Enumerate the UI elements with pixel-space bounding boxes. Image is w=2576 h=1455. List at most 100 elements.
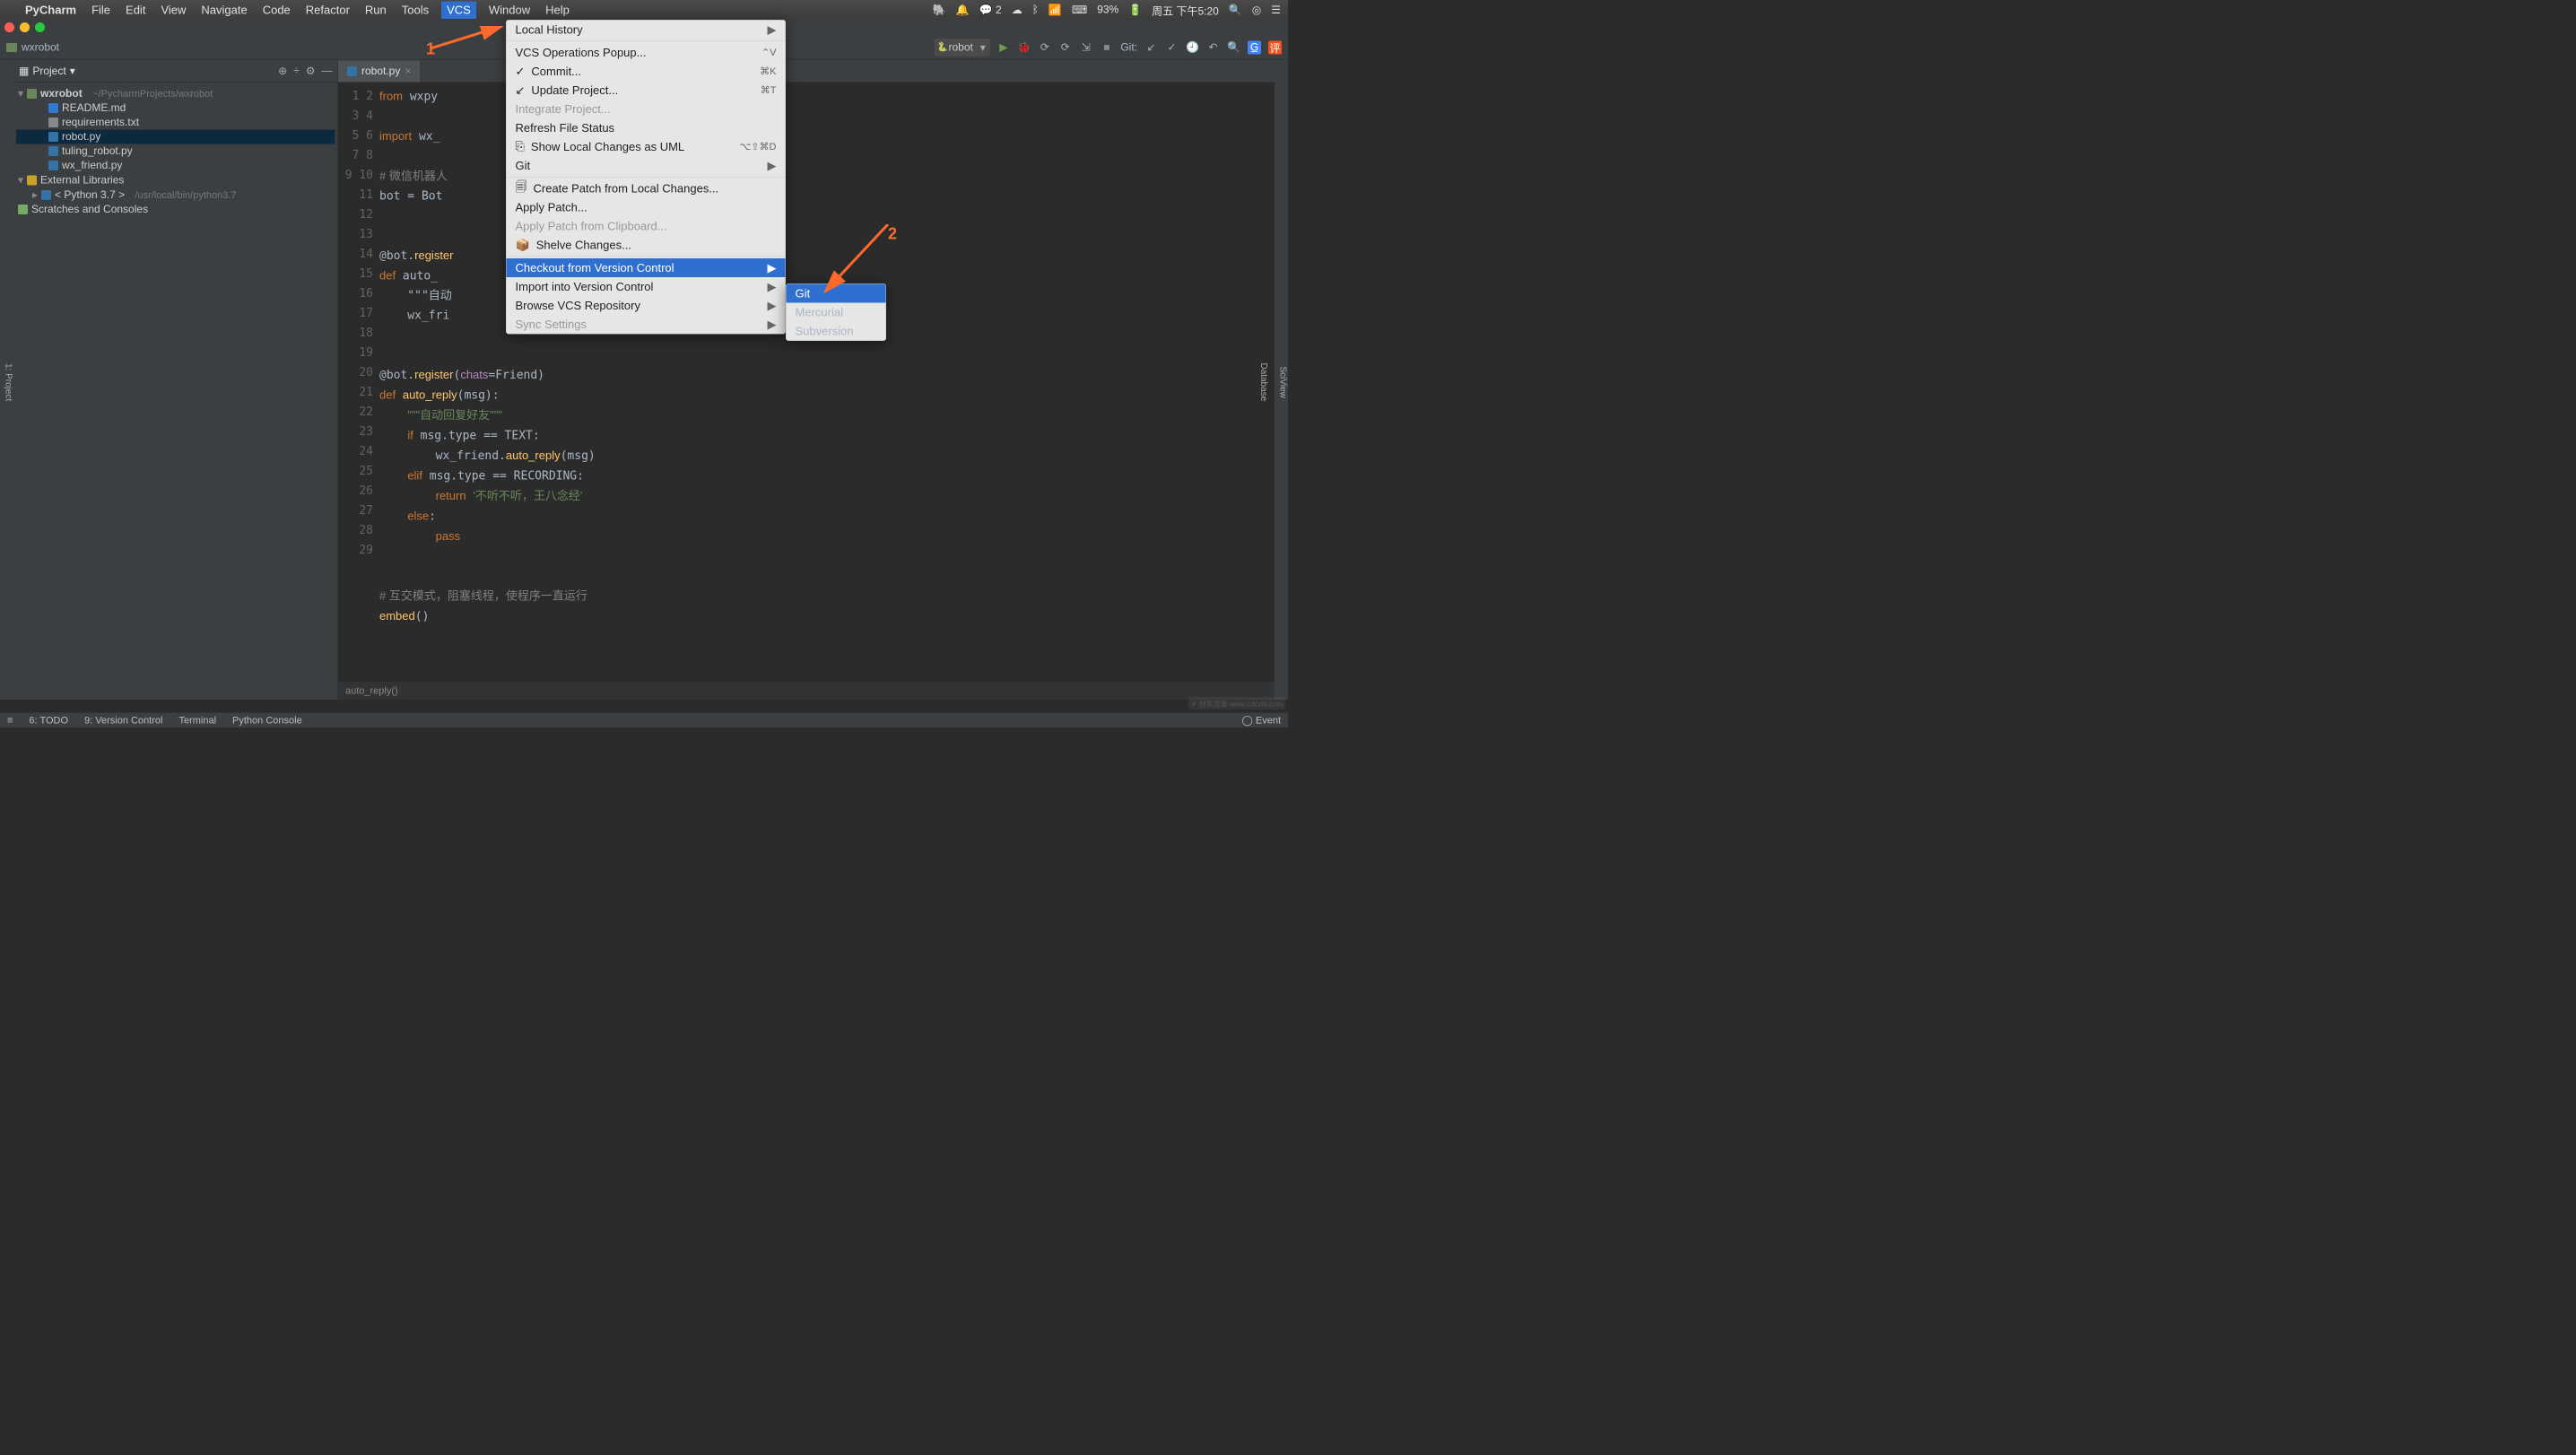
menu-window[interactable]: Window <box>486 1 533 19</box>
tree-scratch[interactable]: Scratches and Consoles <box>31 204 148 216</box>
run-button[interactable]: ▶ <box>996 40 1010 54</box>
vcs-dropdown: Local History▶ VCS Operations Popup...⌃V✓… <box>506 20 786 335</box>
right-tab-sciview[interactable]: SciView <box>1278 366 1289 397</box>
vcs-item[interactable]: Local History▶ <box>507 21 786 39</box>
sidebar-dropdown-icon[interactable]: ▾ <box>70 65 75 78</box>
translate-icon[interactable]: G̲ <box>1248 40 1261 54</box>
menu-refactor[interactable]: Refactor <box>303 1 352 19</box>
vcs-item[interactable]: Apply Patch... <box>507 198 786 217</box>
apple-logo[interactable] <box>7 8 13 12</box>
tool-todo[interactable]: 6: TODO <box>29 714 68 726</box>
vcs-item[interactable]: ↙Update Project...⌘T <box>507 81 786 100</box>
battery-icon[interactable]: 🔋 <box>1128 4 1142 17</box>
annotation-2: 2 <box>888 224 897 243</box>
file-readme[interactable]: README.md <box>62 102 126 115</box>
gear-icon[interactable]: ⚙ <box>306 65 316 78</box>
py-icon <box>48 146 58 156</box>
vcs-item[interactable]: ✓Commit...⌘K <box>507 62 786 81</box>
menu-vcs[interactable]: VCS <box>441 1 476 19</box>
tree-toggle[interactable]: ▸ <box>32 188 38 202</box>
sidebar-title[interactable]: Project <box>32 65 65 77</box>
vcs-item[interactable]: ⎘Show Local Changes as UML⌥⇧⌘D <box>507 137 786 156</box>
git-history-icon[interactable]: 🕘 <box>1186 40 1199 54</box>
wechat-icon[interactable]: 💬 2 <box>979 4 1002 17</box>
menu-icon: ↙ <box>516 83 526 98</box>
left-tab-project[interactable]: 1: Project <box>4 363 14 401</box>
vcs-item[interactable]: Import into Version Control▶ <box>507 277 786 296</box>
menu-navigate[interactable]: Navigate <box>198 1 249 19</box>
avatar-icon[interactable]: 评 <box>1268 40 1282 54</box>
tab-label: robot.py <box>361 65 400 78</box>
event-log[interactable]: ◯ Event <box>1242 714 1282 726</box>
menu-code[interactable]: Code <box>260 1 293 19</box>
profile-button[interactable]: ⟳ <box>1058 40 1072 54</box>
stop-button[interactable]: ■ <box>1100 40 1113 54</box>
run-config-select[interactable]: robot <box>935 39 989 56</box>
vcs-item[interactable]: Refresh File Status <box>507 118 786 137</box>
breadcrumb-root[interactable]: wxrobot <box>22 41 59 54</box>
vcs-item[interactable]: Checkout from Version Control▶ <box>507 258 786 277</box>
vcs-item[interactable]: 📦Shelve Changes... <box>507 236 786 255</box>
minimize-window-button[interactable] <box>20 22 30 32</box>
tree-libs[interactable]: External Libraries <box>40 174 124 187</box>
vcs-item[interactable]: Browse VCS Repository▶ <box>507 296 786 315</box>
file-req[interactable]: requirements.txt <box>62 117 139 129</box>
tree-root[interactable]: wxrobot <box>40 87 83 100</box>
checkout-submenu: GitMercurialSubversion <box>786 283 886 341</box>
spotlight-icon[interactable]: 🔍 <box>1229 4 1242 17</box>
menu-run[interactable]: Run <box>362 1 389 19</box>
hide-icon[interactable]: — <box>322 65 333 78</box>
python-path: /usr/local/bin/python3.7 <box>135 189 236 201</box>
clock[interactable]: 周五 下午5:20 <box>1152 2 1219 18</box>
vcs-item[interactable]: Git▶ <box>507 156 786 175</box>
tool-vcs[interactable]: 9: Version Control <box>84 714 162 726</box>
cloud-icon[interactable]: ☁︎ <box>1012 4 1023 17</box>
line-gutter: 1 2 3 4 5 6 7 8 9 10 11 12 13 14 15 16 1… <box>338 83 379 682</box>
menu-edit[interactable]: Edit <box>123 1 148 19</box>
git-commit-icon[interactable]: ✓ <box>1165 40 1179 54</box>
attach-button[interactable]: ⇲ <box>1079 40 1092 54</box>
search-icon[interactable]: 🔍 <box>1227 40 1240 54</box>
vcs-item[interactable]: 🗐Create Patch from Local Changes... <box>507 179 786 198</box>
close-window-button[interactable] <box>4 22 14 32</box>
git-update-icon[interactable]: ↙ <box>1144 40 1158 54</box>
submenu-item[interactable]: Mercurial <box>787 303 886 322</box>
tree-toggle[interactable]: ▾ <box>18 174 23 187</box>
file-tuling[interactable]: tuling_robot.py <box>62 145 133 158</box>
function-crumb[interactable]: auto_reply() <box>345 685 398 697</box>
menu-help[interactable]: Help <box>543 1 572 19</box>
collapse-icon[interactable]: ÷ <box>293 65 300 78</box>
status-menu-icon[interactable]: ≡ <box>7 714 13 726</box>
evernote-icon[interactable]: 🐘 <box>933 4 946 17</box>
menu-icon: 🗐 <box>516 179 527 198</box>
menu-tools[interactable]: Tools <box>399 1 431 19</box>
menu-file[interactable]: File <box>89 1 113 19</box>
close-tab-icon[interactable]: × <box>405 65 411 78</box>
git-revert-icon[interactable]: ↶ <box>1206 40 1220 54</box>
py-icon <box>48 161 58 170</box>
fullscreen-window-button[interactable] <box>35 22 45 32</box>
menu-icon[interactable]: ☰ <box>1271 4 1281 17</box>
submenu-item[interactable]: Subversion <box>787 322 886 341</box>
bluetooth-icon[interactable]: ᛒ <box>1032 4 1039 16</box>
submenu-item[interactable]: Git <box>787 284 886 303</box>
coverage-button[interactable]: ⟳ <box>1038 40 1051 54</box>
siri-icon[interactable]: ◎ <box>1252 4 1261 17</box>
right-tab-database[interactable]: Database <box>1258 363 1269 402</box>
folder-icon <box>27 89 37 99</box>
tool-pyconsole[interactable]: Python Console <box>232 714 302 726</box>
tree-toggle[interactable]: ▾ <box>18 87 23 100</box>
menu-view[interactable]: View <box>158 1 188 19</box>
locate-icon[interactable]: ⊕ <box>278 65 287 78</box>
bell-icon[interactable]: 🔔 <box>956 4 970 17</box>
tab-robot[interactable]: robot.py × <box>338 61 421 83</box>
tree-python[interactable]: < Python 3.7 > <box>55 188 125 201</box>
input-icon[interactable]: ⌨︎ <box>1072 4 1087 17</box>
debug-button[interactable]: 🐞 <box>1017 40 1031 54</box>
tool-terminal[interactable]: Terminal <box>178 714 216 726</box>
file-robot[interactable]: robot.py <box>62 131 100 144</box>
vcs-item[interactable]: VCS Operations Popup...⌃V <box>507 43 786 62</box>
wifi-icon[interactable]: 📶 <box>1049 4 1062 17</box>
app-name[interactable]: PyCharm <box>22 1 79 19</box>
file-wxfriend[interactable]: wx_friend.py <box>62 160 122 172</box>
